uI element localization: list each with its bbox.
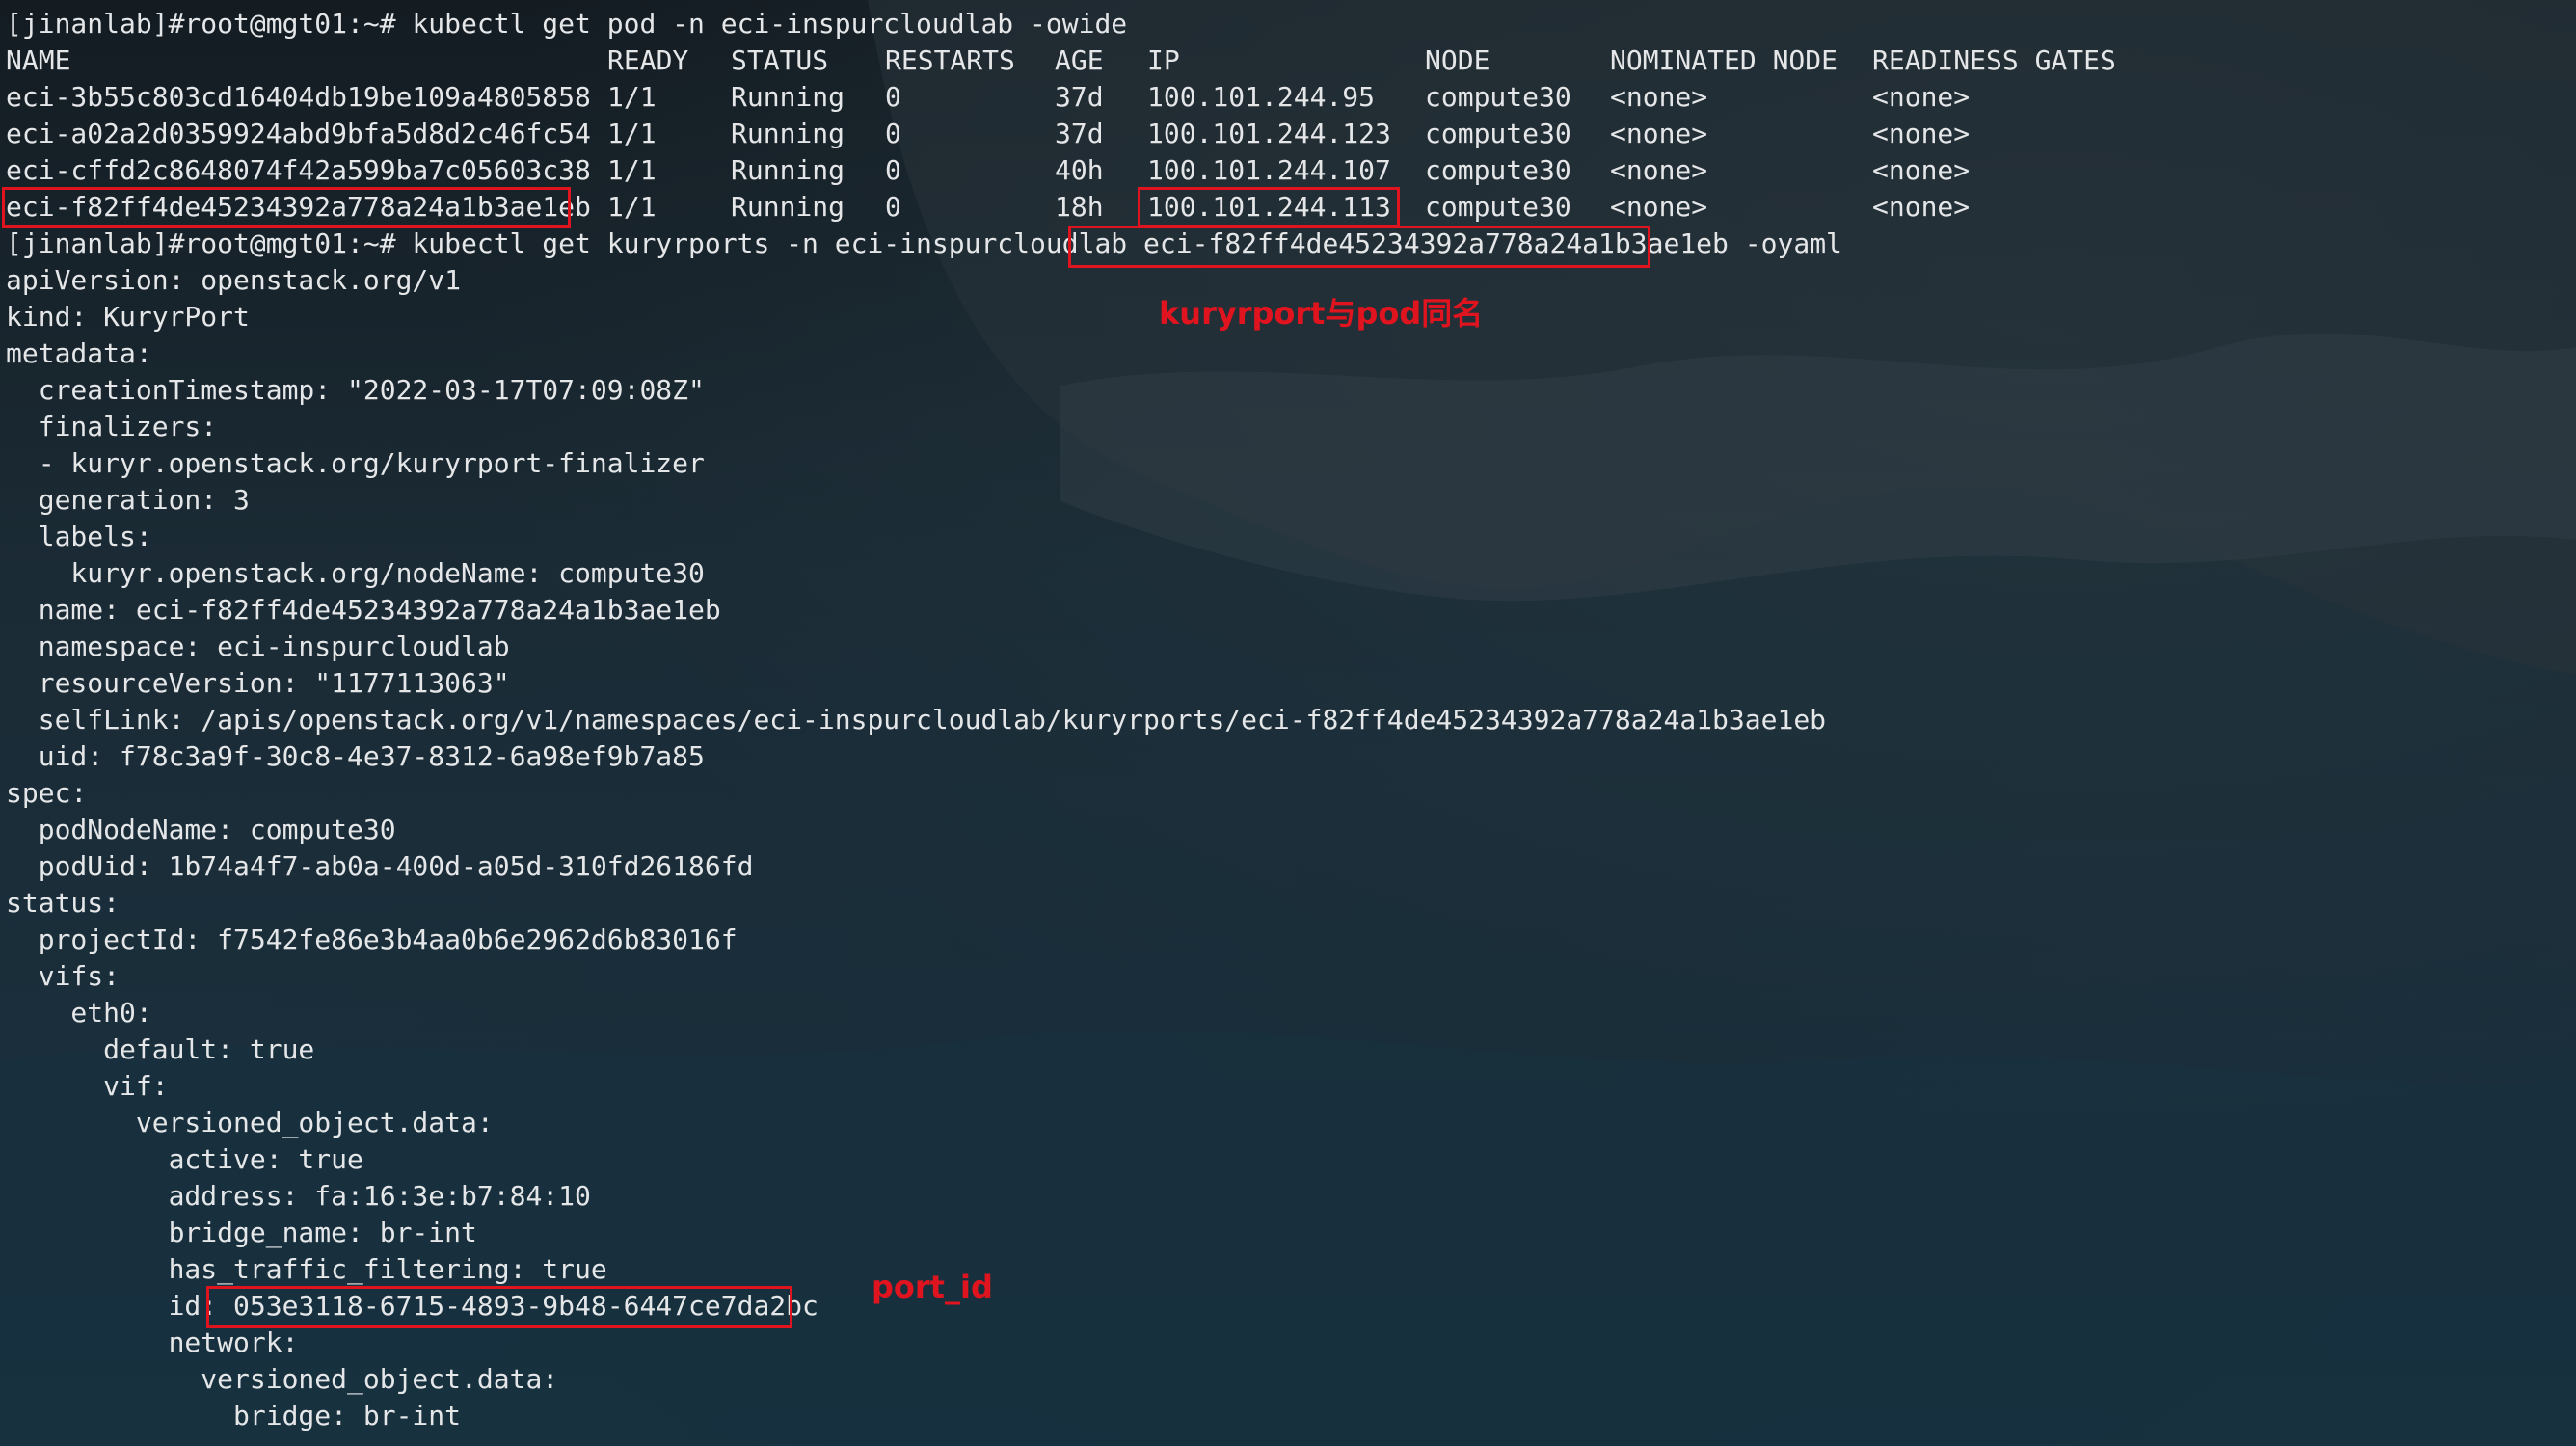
pod-nominated-node: <none> — [1610, 154, 1708, 186]
pod-name: eci-3b55c803cd16404db19be109a4805858 — [6, 81, 591, 113]
yaml-line: status: — [6, 887, 121, 919]
pod-restarts: 0 — [885, 154, 901, 186]
pod-node: compute30 — [1425, 191, 1571, 223]
header-nominated-node: NOMINATED NODE — [1610, 44, 1838, 76]
yaml-line: resourceVersion: "1177113063" — [6, 667, 510, 699]
pod-readiness-gates: <none> — [1872, 154, 1971, 186]
yaml-line: podNodeName: compute30 — [6, 814, 396, 845]
pod-age: 40h — [1055, 154, 1104, 186]
header-readiness-gates: READINESS GATES — [1872, 44, 2116, 76]
yaml-line: spec: — [6, 777, 88, 809]
header-name: NAME — [6, 44, 71, 76]
yaml-line: vif: — [6, 1070, 169, 1102]
yaml-line: network: — [6, 1326, 299, 1358]
yaml-line: versioned_object.data: — [6, 1107, 494, 1138]
yaml-line: kind: KuryrPort — [6, 301, 250, 333]
pod-status: Running — [731, 118, 845, 149]
pod-node: compute30 — [1425, 81, 1571, 113]
yaml-line: bridge_name: br-int — [6, 1217, 477, 1248]
pod-status: Running — [731, 81, 845, 113]
yaml-line: vifs: — [6, 960, 121, 992]
pod-ready: 1/1 — [607, 154, 657, 186]
yaml-line: labels: — [6, 521, 152, 552]
pod-name: eci-a02a2d0359924abd9bfa5d8d2c46fc54 — [6, 118, 591, 149]
header-ip: IP — [1147, 44, 1180, 76]
pod-readiness-gates: <none> — [1872, 118, 1971, 149]
pod-node: compute30 — [1425, 118, 1571, 149]
yaml-line: eth0: — [6, 997, 152, 1029]
pod-restarts: 0 — [885, 81, 901, 113]
pod-ip: 100.101.244.123 — [1147, 118, 1391, 149]
yaml-line: has_traffic_filtering: true — [6, 1253, 607, 1285]
command-text: kubectl get pod -n eci-inspurcloudlab -o… — [412, 8, 1128, 40]
shell-prompt: [jinanlab]#root@mgt01:~# — [6, 8, 396, 40]
yaml-line: active: true — [6, 1143, 363, 1175]
yaml-line: projectId: f7542fe86e3b4aa0b6e2962d6b830… — [6, 924, 738, 955]
pod-ready: 1/1 — [607, 191, 657, 223]
yaml-line: - kuryr.openstack.org/kuryrport-finalize… — [6, 447, 705, 479]
yaml-line: generation: 3 — [6, 484, 250, 516]
command-text: kubectl get kuryrports -n eci-inspurclou… — [412, 228, 1128, 259]
yaml-line: address: fa:16:3e:b7:84:10 — [6, 1180, 591, 1212]
pod-nominated-node: <none> — [1610, 81, 1708, 113]
pod-readiness-gates: <none> — [1872, 191, 1971, 223]
yaml-line: finalizers: — [6, 411, 218, 442]
header-restarts: RESTARTS — [885, 44, 1015, 76]
terminal-window[interactable]: [jinanlab]#root@mgt01:~# kubectl get pod… — [0, 0, 2576, 1446]
pod-age: 37d — [1055, 118, 1104, 149]
yaml-line: podUid: 1b74a4f7-ab0a-400d-a05d-310fd261… — [6, 850, 754, 882]
yaml-id-key: id: — [6, 1290, 218, 1322]
shell-prompt: [jinanlab]#root@mgt01:~# — [6, 228, 396, 259]
yaml-line: kuryr.openstack.org/nodeName: compute30 — [6, 557, 705, 589]
annotation-kuryrport-same-name: kuryrport与pod同名 — [1159, 295, 1484, 332]
pod-ip: 100.101.244.95 — [1147, 81, 1376, 113]
yaml-line: versioned_object.data: — [6, 1363, 559, 1395]
pod-node: compute30 — [1425, 154, 1571, 186]
pod-age: 37d — [1055, 81, 1104, 113]
highlight-kuryrport-name — [1068, 226, 1650, 268]
pod-restarts: 0 — [885, 191, 901, 223]
yaml-line: apiVersion: openstack.org/v1 — [6, 264, 462, 296]
yaml-line: default: true — [6, 1033, 315, 1065]
pod-name: eci-cffd2c8648074f42a599ba7c05603c38 — [6, 154, 591, 186]
header-age: AGE — [1055, 44, 1104, 76]
header-status: STATUS — [731, 44, 829, 76]
pod-status: Running — [731, 191, 845, 223]
pod-nominated-node: <none> — [1610, 191, 1708, 223]
pod-age: 18h — [1055, 191, 1104, 223]
yaml-line: uid: f78c3a9f-30c8-4e37-8312-6a98ef9b7a8… — [6, 740, 705, 772]
pod-ip: 100.101.244.107 — [1147, 154, 1391, 186]
yaml-line: metadata: — [6, 337, 152, 369]
pod-readiness-gates: <none> — [1872, 81, 1971, 113]
highlight-port-id — [206, 1286, 792, 1328]
pod-status: Running — [731, 154, 845, 186]
header-ready: READY — [607, 44, 689, 76]
header-node: NODE — [1425, 44, 1490, 76]
yaml-line: namespace: eci-inspurcloudlab — [6, 630, 510, 662]
yaml-line: bridge: br-int — [6, 1400, 462, 1432]
command-line-1: [jinanlab]#root@mgt01:~# kubectl get pod… — [6, 6, 1127, 42]
pod-ready: 1/1 — [607, 81, 657, 113]
pod-ready: 1/1 — [607, 118, 657, 149]
highlight-pod-ip — [1138, 187, 1400, 228]
annotation-port-id: port_id — [872, 1269, 993, 1305]
pod-nominated-node: <none> — [1610, 118, 1708, 149]
yaml-line: creationTimestamp: "2022-03-17T07:09:08Z… — [6, 374, 705, 406]
pod-restarts: 0 — [885, 118, 901, 149]
yaml-line: selfLink: /apis/openstack.org/v1/namespa… — [6, 704, 1827, 736]
yaml-line: name: eci-f82ff4de45234392a778a24a1b3ae1… — [6, 594, 721, 626]
command-flag: -oyaml — [1744, 228, 1842, 259]
highlight-pod-name — [2, 187, 571, 228]
